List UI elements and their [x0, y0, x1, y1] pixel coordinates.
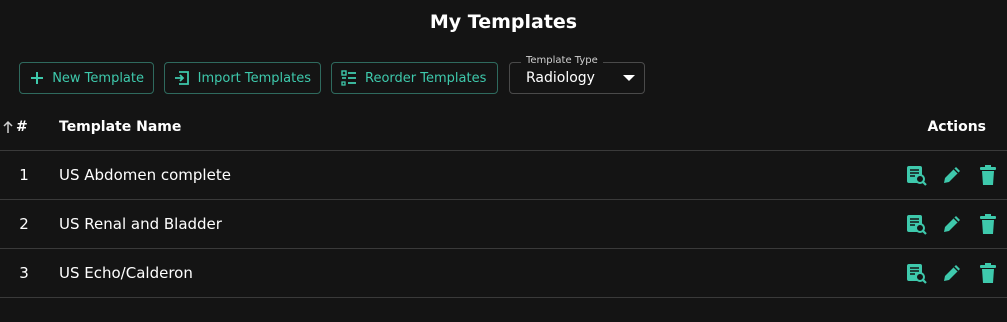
- delete-trash-icon[interactable]: [977, 213, 999, 235]
- row-number: 2: [19, 215, 29, 233]
- template-type-label: Template Type: [521, 54, 603, 68]
- reorder-list-icon: [339, 68, 359, 88]
- column-header-name[interactable]: Template Name: [59, 119, 181, 135]
- template-name: US Abdomen complete: [59, 166, 231, 184]
- preview-icon[interactable]: [905, 213, 927, 235]
- page-title: My Templates: [429, 11, 578, 33]
- import-icon: [172, 68, 192, 88]
- toolbar: New Template Import Templates Reorder Te…: [19, 54, 645, 94]
- row-number: 1: [19, 166, 29, 184]
- template-type-value: Radiology: [526, 70, 595, 86]
- delete-trash-icon[interactable]: [977, 262, 999, 284]
- edit-pencil-icon[interactable]: [941, 213, 963, 235]
- template-type-select[interactable]: Template Type Radiology: [509, 54, 645, 94]
- reorder-templates-button[interactable]: Reorder Templates: [331, 62, 498, 94]
- row-actions: [891, 262, 999, 284]
- table-row[interactable]: 3 US Echo/Calderon: [0, 249, 1007, 298]
- row-number: 3: [19, 264, 29, 282]
- row-actions: [891, 164, 999, 186]
- import-templates-label: Import Templates: [197, 70, 311, 86]
- preview-icon[interactable]: [905, 262, 927, 284]
- chevron-down-icon: [623, 75, 635, 81]
- new-template-label: New Template: [52, 70, 144, 86]
- table-header: # Template Name Actions: [0, 104, 1007, 151]
- column-header-number[interactable]: #: [16, 119, 28, 135]
- template-name: US Renal and Bladder: [59, 215, 222, 233]
- column-header-actions: Actions: [927, 119, 986, 135]
- reorder-templates-label: Reorder Templates: [365, 70, 487, 86]
- new-template-button[interactable]: New Template: [19, 62, 154, 94]
- edit-pencil-icon[interactable]: [941, 262, 963, 284]
- table-row[interactable]: 1 US Abdomen complete: [0, 151, 1007, 200]
- row-actions: [891, 213, 999, 235]
- arrow-up-icon[interactable]: [2, 119, 14, 135]
- edit-pencil-icon[interactable]: [941, 164, 963, 186]
- import-templates-button[interactable]: Import Templates: [164, 62, 321, 94]
- template-name: US Echo/Calderon: [59, 264, 193, 282]
- preview-icon[interactable]: [905, 164, 927, 186]
- templates-page: My Templates New Template Import Templat…: [0, 0, 1007, 322]
- table-row[interactable]: 2 US Renal and Bladder: [0, 200, 1007, 249]
- plus-icon: [27, 68, 46, 88]
- delete-trash-icon[interactable]: [977, 164, 999, 186]
